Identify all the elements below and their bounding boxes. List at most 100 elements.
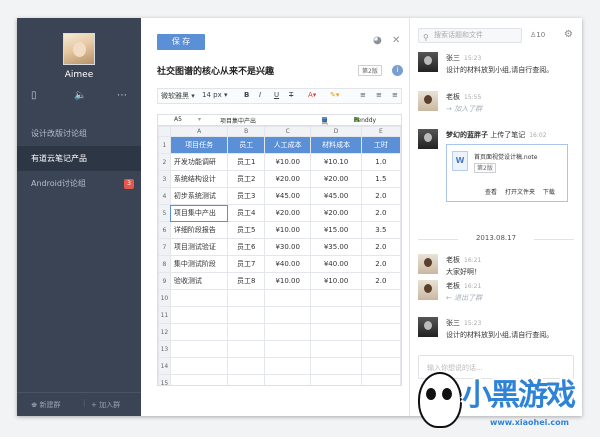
table-cell[interactable]	[263, 306, 312, 324]
table-cell[interactable]: 验收测试	[169, 272, 229, 290]
table-cell[interactable]: 员工8	[227, 272, 265, 290]
row-number[interactable]: 11	[158, 306, 171, 324]
row-number[interactable]: 14	[158, 357, 171, 375]
row-number[interactable]: 15	[158, 374, 171, 385]
row-number[interactable]: 1	[158, 136, 171, 154]
avatar[interactable]	[418, 280, 438, 300]
table-cell[interactable]: ¥20.00	[263, 204, 312, 222]
table-cell[interactable]: 2.0	[360, 204, 401, 222]
table-cell[interactable]	[227, 357, 265, 375]
chat-icon[interactable]: ▯	[31, 90, 37, 101]
table-cell[interactable]: ¥15.00	[310, 221, 362, 239]
column-letter[interactable]: B	[227, 126, 265, 137]
member-count-button[interactable]: ♙10	[530, 31, 545, 39]
table-cell[interactable]: ¥35.00	[310, 238, 362, 256]
table-cell[interactable]	[169, 323, 229, 341]
table-cell[interactable]: 3.5	[360, 221, 401, 239]
table-cell[interactable]	[169, 340, 229, 358]
row-number[interactable]: 7	[158, 238, 171, 256]
close-icon[interactable]: ✕	[392, 35, 400, 46]
avatar[interactable]	[418, 317, 438, 337]
table-cell[interactable]: 员工3	[227, 187, 265, 205]
info-icon[interactable]: i	[392, 65, 403, 76]
row-number[interactable]: 13	[158, 340, 171, 358]
table-cell[interactable]	[169, 374, 229, 385]
table-cell[interactable]: ¥40.00	[263, 255, 312, 273]
bold-button[interactable]: B	[244, 91, 249, 99]
table-cell[interactable]: 开发功能调研	[169, 153, 229, 171]
avatar[interactable]	[418, 52, 438, 72]
table-cell[interactable]: 2.0	[360, 255, 401, 273]
row-number[interactable]: 5	[158, 204, 171, 222]
table-cell[interactable]	[263, 340, 312, 358]
table-cell[interactable]	[310, 357, 362, 375]
table-cell[interactable]	[310, 374, 362, 385]
table-cell[interactable]: 员工1	[227, 153, 265, 171]
table-cell[interactable]: 人工成本	[263, 136, 312, 154]
table-cell[interactable]: ¥40.00	[310, 255, 362, 273]
row-number[interactable]: 3	[158, 170, 171, 188]
cell-reference[interactable]: A5	[174, 116, 182, 123]
table-cell[interactable]	[227, 374, 265, 385]
table-cell[interactable]	[227, 323, 265, 341]
table-cell[interactable]: 材料成本	[310, 136, 362, 154]
table-cell[interactable]	[227, 340, 265, 358]
table-cell[interactable]: ¥45.00	[263, 187, 312, 205]
table-cell[interactable]	[310, 340, 362, 358]
avatar[interactable]	[418, 254, 438, 274]
underline-button[interactable]: U	[274, 91, 279, 99]
table-cell[interactable]: 集中测试阶段	[169, 255, 229, 273]
font-family-select[interactable]: 微软雅黑 ▾	[161, 91, 195, 101]
file-card[interactable]: W 首页面视觉设计稿.note 第2版 查看 打开文件夹 下载	[446, 144, 568, 202]
sidebar-item-design-group[interactable]: 设计改版讨论组	[17, 121, 141, 146]
table-cell[interactable]	[263, 374, 312, 385]
avatar[interactable]	[418, 129, 438, 149]
sheet-corner[interactable]	[158, 126, 171, 137]
table-cell[interactable]	[360, 357, 401, 375]
save-button[interactable]: 保 存	[157, 34, 205, 50]
table-cell[interactable]: 详细阶段报告	[169, 221, 229, 239]
row-number[interactable]: 8	[158, 255, 171, 273]
column-letter[interactable]: C	[263, 126, 312, 137]
table-cell[interactable]	[310, 323, 362, 341]
row-number[interactable]: 2	[158, 153, 171, 171]
row-number[interactable]: 10	[158, 289, 171, 307]
table-cell[interactable]: 2.0	[360, 187, 401, 205]
row-number[interactable]: 6	[158, 221, 171, 239]
more-icon[interactable]: ⋯	[117, 90, 127, 101]
table-cell[interactable]	[263, 323, 312, 341]
table-cell[interactable]: 员工	[227, 136, 265, 154]
table-cell[interactable]: 项目集中产出	[169, 204, 229, 222]
table-cell[interactable]	[169, 306, 229, 324]
gear-icon[interactable]: ⚙	[564, 29, 573, 40]
table-cell[interactable]: ¥10.00	[263, 272, 312, 290]
column-letter[interactable]: E	[360, 126, 401, 137]
table-cell[interactable]	[263, 357, 312, 375]
table-cell[interactable]: ¥10.00	[263, 221, 312, 239]
document-title[interactable]: 社交图谱的核心从来不是兴趣	[157, 64, 274, 77]
table-cell[interactable]: 1.5	[360, 170, 401, 188]
table-cell[interactable]	[360, 306, 401, 324]
check-circle-icon[interactable]: ◕	[373, 35, 382, 46]
highlight-icon[interactable]: ✎▾	[330, 91, 339, 99]
strike-button[interactable]: T	[289, 91, 293, 99]
sidebar-item-android-group[interactable]: Android讨论组 3	[17, 171, 141, 196]
table-cell[interactable]	[227, 289, 265, 307]
table-cell[interactable]	[310, 289, 362, 307]
table-cell[interactable]: 员工6	[227, 238, 265, 256]
avatar[interactable]	[418, 91, 438, 111]
table-cell[interactable]: 员工2	[227, 170, 265, 188]
table-cell[interactable]: 项目任务	[169, 136, 229, 154]
table-cell[interactable]: 1.0	[360, 153, 401, 171]
column-letter[interactable]: D	[310, 126, 362, 137]
table-cell[interactable]: ¥20.00	[310, 204, 362, 222]
row-number[interactable]: 12	[158, 323, 171, 341]
user-avatar[interactable]	[63, 33, 95, 65]
align-right-icon[interactable]: ≡	[392, 91, 398, 99]
table-cell[interactable]	[169, 289, 229, 307]
column-letter[interactable]: A	[169, 126, 229, 137]
table-cell[interactable]: 项目测试验证	[169, 238, 229, 256]
table-cell[interactable]: ¥10.00	[263, 153, 312, 171]
align-center-icon[interactable]: ≡	[376, 91, 382, 99]
table-cell[interactable]: ¥10.00	[310, 272, 362, 290]
